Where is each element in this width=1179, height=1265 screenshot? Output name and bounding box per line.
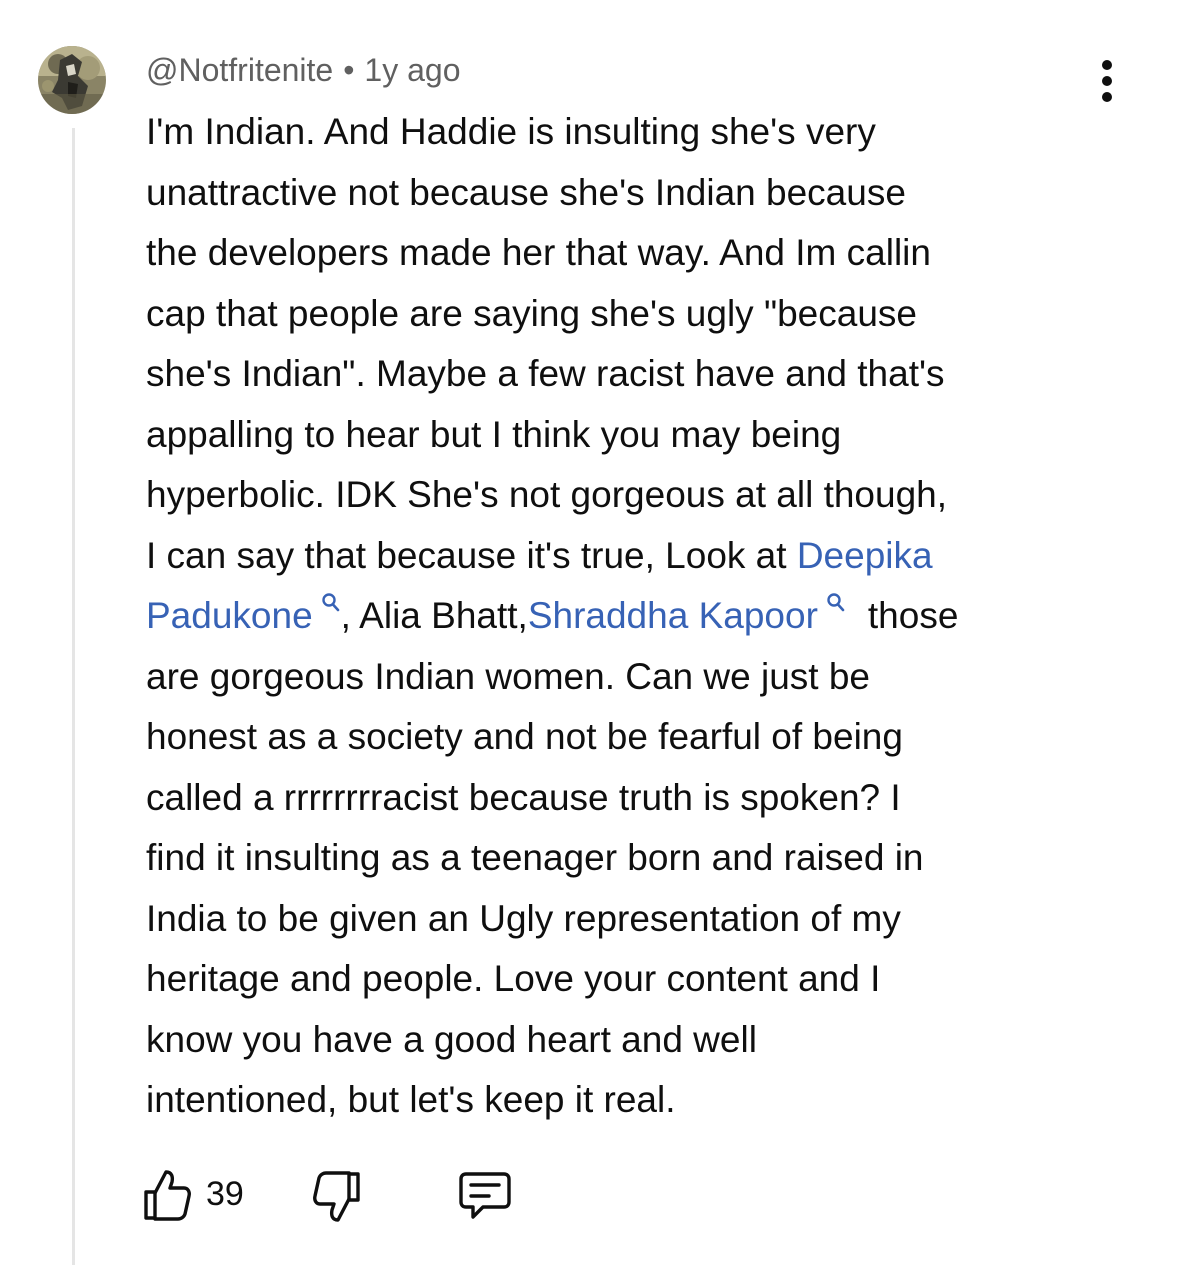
comment-line: intentioned, but let's keep it real. bbox=[146, 1079, 676, 1120]
more-vertical-icon bbox=[1102, 60, 1112, 102]
comment-line: unattractive not because she's Indian be… bbox=[146, 171, 906, 213]
comment-line: heritage and people. Love your content a… bbox=[146, 958, 881, 999]
comment-line: find it insulting as a teenager born and… bbox=[146, 837, 924, 878]
comment-line-text: those bbox=[867, 595, 959, 636]
dislike-button[interactable] bbox=[310, 1168, 364, 1226]
search-link-deepika[interactable]: Deepika bbox=[797, 535, 933, 576]
comment-line: I'm Indian. And Haddie is insulting she'… bbox=[146, 111, 876, 152]
thumbs-up-icon bbox=[144, 1170, 191, 1221]
comment-line: India to be given an Ugly representation… bbox=[146, 897, 901, 939]
comment-line: know you have a good heart and well bbox=[146, 1018, 757, 1060]
like-count: 39 bbox=[206, 1175, 244, 1213]
meta-separator: • bbox=[343, 52, 355, 88]
comment-line: the developers made her that way. And Im… bbox=[146, 232, 931, 273]
avatar[interactable] bbox=[38, 46, 106, 114]
comment-line: are gorgeous Indian women. Can we just b… bbox=[146, 655, 870, 697]
search-link-deepika[interactable]: Padukone bbox=[146, 595, 313, 636]
more-options-button[interactable] bbox=[1086, 58, 1128, 104]
reply-icon bbox=[459, 1172, 511, 1219]
reply-button[interactable] bbox=[456, 1168, 514, 1224]
avatar-image bbox=[38, 46, 106, 114]
comment-line: appalling to hear but I think you may be… bbox=[146, 413, 842, 455]
comment-time[interactable]: 1y ago bbox=[364, 52, 460, 88]
comment-line-text: , Alia Bhatt, bbox=[340, 595, 528, 636]
search-link-shraddha[interactable]: Shraddha Kapoor bbox=[528, 595, 818, 636]
thumbs-down-icon bbox=[313, 1171, 360, 1222]
like-button[interactable] bbox=[140, 1166, 194, 1224]
search-icon[interactable] bbox=[321, 592, 341, 614]
comment-line: she's Indian". Maybe a few racist have a… bbox=[146, 353, 945, 394]
comment-line: cap that people are saying she's ugly "b… bbox=[146, 292, 917, 334]
comment-line: I can say that because it's true, Look a… bbox=[146, 526, 1146, 587]
comment-text: I'm Indian. And Haddie is insulting she'… bbox=[146, 102, 1146, 1131]
comment-line-text: I can say that because it's true, Look a… bbox=[146, 534, 797, 576]
thread-line bbox=[72, 128, 75, 1265]
comment-author[interactable]: @Notfritenite bbox=[146, 52, 333, 88]
search-icon[interactable] bbox=[826, 592, 846, 614]
comment-line: hyperbolic. IDK She's not gorgeous at al… bbox=[146, 474, 948, 515]
comment-meta: @Notfritenite • 1y ago bbox=[146, 50, 461, 90]
comment-line: called a rrrrrrrracist because truth is … bbox=[146, 776, 901, 818]
comment-line: Padukone , Alia Bhatt,Shraddha Kapoor thos… bbox=[146, 586, 1146, 647]
comment-line: honest as a society and not be fearful o… bbox=[146, 716, 903, 757]
